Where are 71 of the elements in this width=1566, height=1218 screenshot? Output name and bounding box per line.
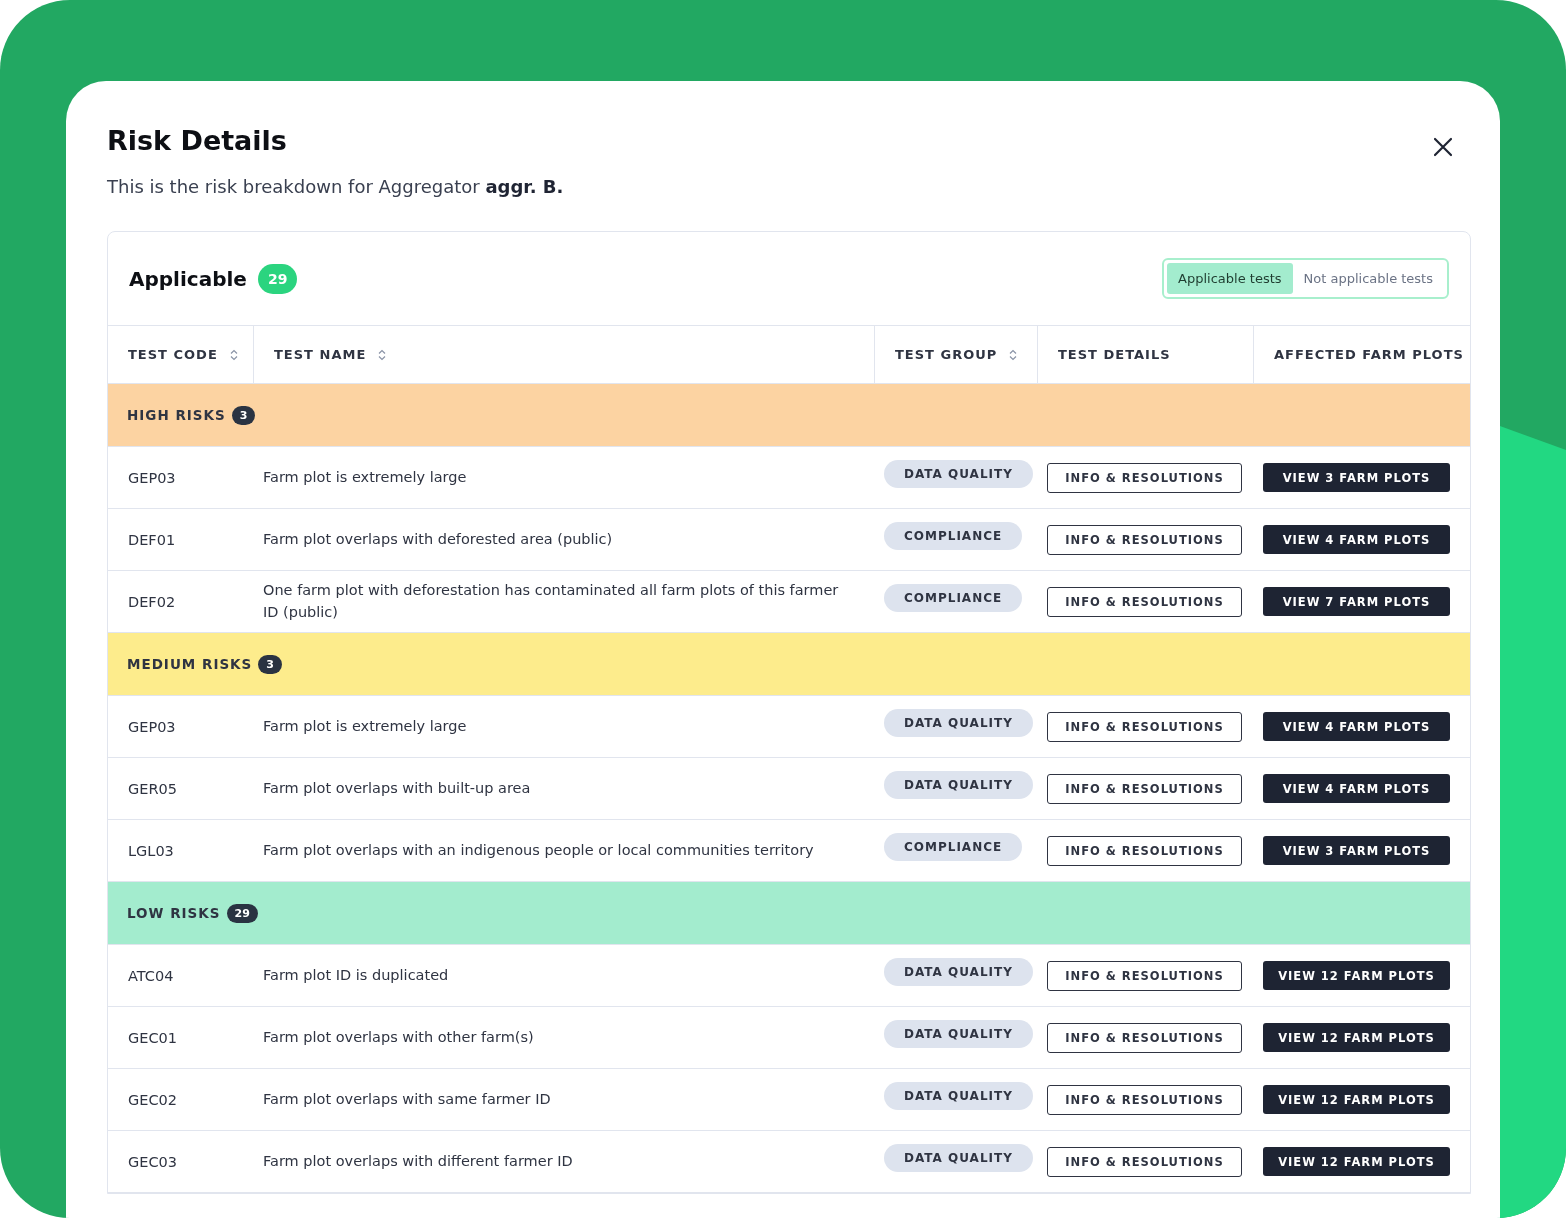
table-cell-text: One farm plot with deforestation has contaminated all farm plots of this farmer ID (public): [262, 581, 840, 622]
view-farm-plots-button[interactable]: VIEW 4 FARM PLOTS: [1263, 774, 1450, 803]
test-group-tag: DATA QUALITY: [884, 708, 1033, 737]
table-cell-text: GEC03: [127, 1152, 178, 1172]
test-group-tag: DATA QUALITY: [884, 957, 1033, 986]
table-cell-text: Farm plot ID is duplicated: [262, 966, 450, 985]
table-cell-text: GEP03: [127, 468, 177, 488]
view-farm-plots-button[interactable]: VIEW 3 FARM PLOTS: [1263, 463, 1450, 492]
view-farm-plots-button[interactable]: VIEW 3 FARM PLOTS: [1263, 836, 1450, 865]
info-resolutions-button[interactable]: INFO & RESOLUTIONS: [1047, 960, 1242, 991]
column-header: AFFECTED FARM PLOTS: [1253, 326, 1475, 383]
view-farm-plots-button[interactable]: VIEW 12 FARM PLOTS: [1263, 1147, 1450, 1176]
view-farm-plots-button[interactable]: VIEW 12 FARM PLOTS: [1263, 961, 1450, 990]
filter-tab[interactable]: Not applicable tests: [1292, 263, 1444, 294]
view-farm-plots-button[interactable]: VIEW 12 FARM PLOTS: [1263, 1023, 1450, 1052]
dialog-subtitle: This is the risk breakdown for Aggregator aggr. B.: [107, 176, 564, 197]
column-header: TEST DETAILS: [1037, 326, 1253, 383]
table-cell-text: Farm plot overlaps with an indigenous people or local communities territory: [262, 841, 815, 860]
view-farm-plots-button[interactable]: VIEW 12 FARM PLOTS: [1263, 1085, 1450, 1114]
info-resolutions-button[interactable]: INFO & RESOLUTIONS: [1047, 1084, 1242, 1115]
info-resolutions-button[interactable]: INFO & RESOLUTIONS: [1047, 835, 1242, 866]
view-farm-plots-button[interactable]: VIEW 4 FARM PLOTS: [1263, 712, 1450, 741]
count-badge: 29: [257, 263, 298, 294]
info-resolutions-button[interactable]: INFO & RESOLUTIONS: [1047, 524, 1242, 555]
test-group-tag: DATA QUALITY: [884, 770, 1033, 799]
info-resolutions-button[interactable]: INFO & RESOLUTIONS: [1047, 1146, 1242, 1177]
table-cell-text: GEC02: [127, 1090, 178, 1110]
test-group-tag: COMPLIANCE: [884, 583, 1023, 612]
column-header[interactable]: TEST CODE: [108, 326, 253, 383]
test-group-tag: COMPLIANCE: [884, 521, 1023, 550]
dialog-title: Risk Details: [107, 125, 288, 156]
view-farm-plots-button[interactable]: VIEW 7 FARM PLOTS: [1263, 587, 1450, 616]
section-title: Applicable: [129, 266, 247, 291]
info-resolutions-button[interactable]: INFO & RESOLUTIONS: [1047, 1022, 1242, 1053]
test-group-tag: DATA QUALITY: [884, 459, 1033, 488]
info-resolutions-button[interactable]: INFO & RESOLUTIONS: [1047, 586, 1242, 617]
test-group-tag: DATA QUALITY: [884, 1081, 1033, 1110]
filter-tab[interactable]: Applicable tests: [1167, 263, 1293, 294]
table-cell-text: ATC04: [127, 966, 175, 986]
sort-icon: [1009, 348, 1018, 361]
table-cell-text: DEF02: [127, 592, 177, 612]
info-resolutions-button[interactable]: INFO & RESOLUTIONS: [1047, 773, 1242, 804]
table-cell-text: GER05: [127, 779, 178, 799]
info-resolutions-button[interactable]: INFO & RESOLUTIONS: [1047, 462, 1242, 493]
risk-group-label: HIGH RISKS: [127, 407, 226, 423]
view-farm-plots-button[interactable]: VIEW 4 FARM PLOTS: [1263, 525, 1450, 554]
sort-icon: [378, 348, 387, 361]
test-group-tag: DATA QUALITY: [884, 1143, 1033, 1172]
column-header[interactable]: TEST NAME: [253, 326, 874, 383]
count-badge: 3: [258, 654, 282, 674]
table-cell-text: DEF01: [127, 530, 177, 550]
table-cell-text: Farm plot is extremely large: [262, 468, 468, 487]
table-cell-text: Farm plot overlaps with same farmer ID: [262, 1090, 552, 1109]
risk-group-label: LOW RISKS: [127, 905, 221, 921]
table-cell-text: Farm plot is extremely large: [262, 717, 468, 736]
info-resolutions-button[interactable]: INFO & RESOLUTIONS: [1047, 711, 1242, 742]
test-group-tag: COMPLIANCE: [884, 832, 1023, 861]
count-badge: 29: [226, 903, 258, 923]
table-cell-text: Farm plot overlaps with other farm(s): [262, 1028, 535, 1047]
column-header[interactable]: TEST GROUP: [874, 326, 1037, 383]
close-icon: [1433, 137, 1453, 157]
table-cell-text: GEP03: [127, 717, 177, 737]
table-cell-text: LGL03: [127, 841, 175, 861]
table-cell-text: GEC01: [127, 1028, 178, 1048]
table-cell-text: Farm plot overlaps with deforested area (public): [262, 530, 614, 549]
sort-icon: [229, 348, 238, 361]
risk-group-label: MEDIUM RISKS: [127, 656, 253, 672]
table-cell-text: Farm plot overlaps with different farmer ID: [262, 1152, 574, 1171]
count-badge: 3: [231, 405, 256, 425]
test-group-tag: DATA QUALITY: [884, 1019, 1033, 1048]
table-cell-text: Farm plot overlaps with built-up area: [262, 779, 532, 798]
